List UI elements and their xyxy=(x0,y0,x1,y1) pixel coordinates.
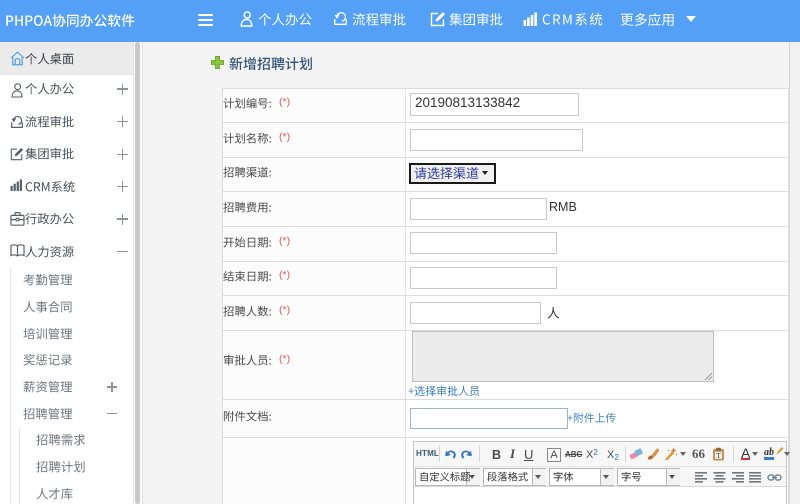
svg-text:T: T xyxy=(716,451,721,460)
